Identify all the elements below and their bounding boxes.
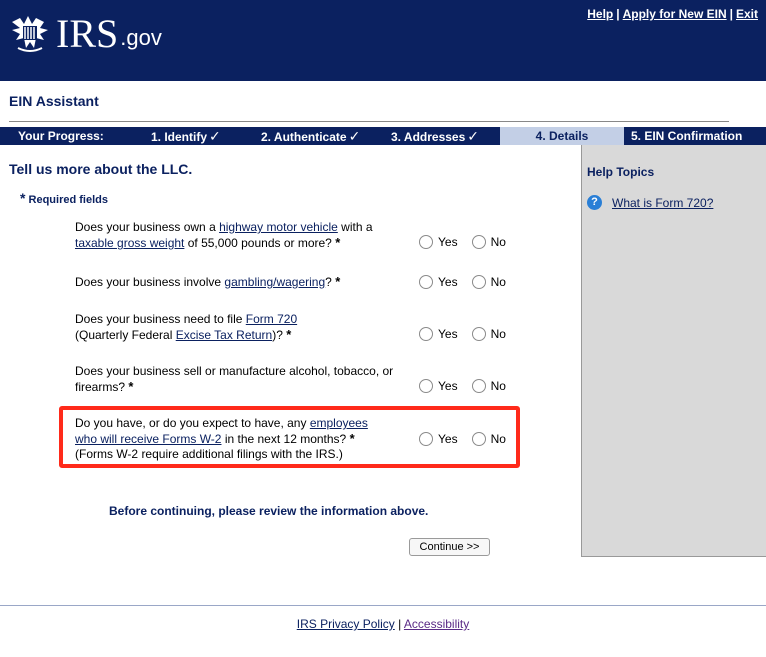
- checkmark-icon: ✓: [467, 128, 479, 144]
- radio-no[interactable]: [471, 275, 486, 289]
- radio-no[interactable]: [471, 379, 486, 393]
- question-text: with a: [337, 220, 373, 234]
- progress-step-identify: 1. Identify ✓: [151, 127, 221, 145]
- question-form-720: Does your business need to file Form 720…: [75, 312, 395, 343]
- radio-group-employees-w2: Yes No: [419, 432, 520, 446]
- required-asterisk: *: [128, 379, 134, 394]
- progress-step-addresses: 3. Addresses ✓: [391, 127, 479, 145]
- radio-yes-label[interactable]: Yes: [438, 275, 458, 289]
- radio-no-label[interactable]: No: [491, 327, 506, 341]
- help-topic-form-720-link[interactable]: What is Form 720?: [612, 196, 713, 210]
- review-note: Before continuing, please review the inf…: [109, 504, 429, 518]
- radio-yes-label[interactable]: Yes: [438, 432, 458, 446]
- progress-step-ein-confirmation: 5. EIN Confirmation: [624, 127, 766, 145]
- radio-group-highway-vehicle: Yes No: [419, 235, 520, 249]
- radio-yes[interactable]: [419, 275, 433, 289]
- radio-yes[interactable]: [419, 327, 433, 341]
- radio-yes[interactable]: [419, 432, 433, 446]
- question-text: of 55,000 pounds or more?: [184, 236, 332, 250]
- radio-yes-label[interactable]: Yes: [438, 327, 458, 341]
- radio-group-alcohol-tobacco-firearms: Yes No: [419, 379, 520, 393]
- title-divider: [9, 121, 729, 122]
- progress-bar: Your Progress: 1. Identify ✓ 2. Authentic…: [0, 127, 766, 145]
- exit-link[interactable]: Exit: [736, 7, 758, 21]
- site-header: IRS .gov Help | Apply for New EIN | Exit: [0, 0, 766, 81]
- taxable-gross-weight-link[interactable]: taxable gross weight: [75, 236, 184, 250]
- help-panel: Help Topics ? What is Form 720?: [581, 145, 766, 557]
- radio-no-label[interactable]: No: [491, 235, 506, 249]
- footer-divider: [0, 605, 766, 606]
- footer: IRS Privacy Policy | Accessibility: [0, 617, 766, 631]
- question-text: Does your business need to file: [75, 312, 246, 326]
- question-alcohol-tobacco-firearms: Does your business sell or manufacture a…: [75, 364, 405, 395]
- required-fields-note: * Required fields: [20, 190, 108, 206]
- link-separator: |: [729, 7, 733, 21]
- question-text: in the next 12 months?: [221, 432, 347, 446]
- radio-yes[interactable]: [419, 235, 433, 249]
- required-asterisk: *: [286, 327, 292, 342]
- help-link[interactable]: Help: [587, 7, 613, 21]
- help-topics-title: Help Topics: [587, 165, 655, 179]
- apply-new-ein-link[interactable]: Apply for New EIN: [623, 7, 727, 21]
- eagle-icon: [12, 16, 48, 52]
- footer-separator: |: [398, 617, 402, 631]
- radio-no[interactable]: [471, 432, 486, 446]
- question-text: Do you have, or do you expect to have, a…: [75, 416, 310, 430]
- step-label: 3. Addresses: [391, 130, 466, 144]
- help-topic-item[interactable]: ? What is Form 720?: [587, 195, 713, 210]
- required-fields-label: Required fields: [28, 194, 108, 206]
- logo-irs-text: IRS: [56, 11, 119, 56]
- step-label: 1. Identify: [151, 130, 208, 144]
- question-text: )?: [272, 328, 283, 342]
- question-note: (Forms W-2 require additional filings wi…: [75, 447, 343, 461]
- progress-step-authenticate: 2. Authenticate ✓: [261, 127, 360, 145]
- progress-label: Your Progress:: [18, 129, 104, 143]
- step-label: 2. Authenticate: [261, 130, 347, 144]
- top-links: Help | Apply for New EIN | Exit: [587, 7, 758, 21]
- question-text: (Quarterly Federal: [75, 328, 176, 342]
- form-720-link[interactable]: Form 720: [246, 312, 297, 326]
- step-label: 4. Details: [535, 129, 589, 143]
- radio-yes[interactable]: [419, 379, 433, 393]
- radio-yes-label[interactable]: Yes: [438, 379, 458, 393]
- required-asterisk: *: [335, 235, 341, 250]
- required-asterisk: *: [335, 274, 341, 289]
- radio-no-label[interactable]: No: [491, 379, 506, 393]
- question-text: ?: [325, 275, 332, 289]
- question-text: Does your business own a: [75, 220, 220, 234]
- gambling-wagering-link[interactable]: gambling/wagering: [224, 275, 325, 289]
- radio-no-label[interactable]: No: [491, 275, 506, 289]
- question-employees-w2: Do you have, or do you expect to have, a…: [75, 416, 385, 462]
- radio-no[interactable]: [471, 235, 486, 249]
- page-title: EIN Assistant: [9, 93, 99, 109]
- radio-no-label[interactable]: No: [491, 432, 506, 446]
- checkmark-icon: ✓: [209, 128, 221, 144]
- radio-yes-label[interactable]: Yes: [438, 235, 458, 249]
- irs-logo[interactable]: IRS .gov: [8, 14, 162, 54]
- required-asterisk: *: [349, 431, 355, 446]
- radio-group-gambling: Yes No: [419, 275, 520, 289]
- question-gambling: Does your business involve gambling/wage…: [75, 274, 395, 290]
- excise-tax-return-link[interactable]: Excise Tax Return: [176, 328, 273, 342]
- required-asterisk: *: [20, 190, 26, 206]
- continue-button[interactable]: Continue >>: [409, 538, 490, 556]
- question-highway-vehicle: Does your business own a highway motor v…: [75, 220, 395, 251]
- question-text: Does your business involve: [75, 275, 225, 289]
- radio-group-form-720: Yes No: [419, 327, 520, 341]
- question-text: Does your business sell or manufacture a…: [75, 364, 394, 394]
- question-icon: ?: [587, 195, 602, 210]
- radio-no[interactable]: [471, 327, 486, 341]
- highway-motor-vehicle-link[interactable]: highway motor vehicle: [219, 220, 338, 234]
- progress-step-details: 4. Details: [500, 127, 624, 145]
- accessibility-link[interactable]: Accessibility: [404, 617, 469, 631]
- step-label: 5. EIN Confirmation: [631, 129, 743, 143]
- link-separator: |: [616, 7, 620, 21]
- checkmark-icon: ✓: [348, 128, 361, 144]
- privacy-policy-link[interactable]: IRS Privacy Policy: [297, 617, 395, 631]
- section-heading: Tell us more about the LLC.: [9, 161, 193, 177]
- logo-gov-text: .gov: [120, 25, 162, 50]
